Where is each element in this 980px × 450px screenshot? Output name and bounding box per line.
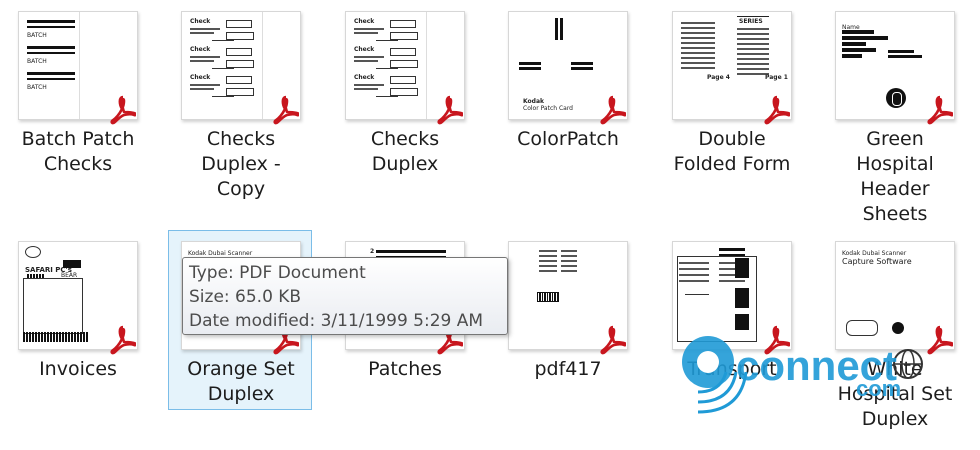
file-item-green-hospital-header-sheets[interactable]: Name Green Hospital Header Sheets [822, 0, 966, 230]
file-name-line: Checks [370, 128, 440, 150]
file-name-line: Patches [368, 358, 442, 380]
pdf-icon [110, 325, 137, 355]
thumbnail-text: Color Patch Card [523, 105, 573, 112]
file-item-invoices[interactable]: SAFARI PC's BEAR Invoices [5, 230, 149, 385]
file-name-line: Folded Form [673, 153, 791, 175]
file-item-batch-patch-checks[interactable]: BATCH BATCH BATCH Batch Patch Checks [5, 0, 149, 180]
file-name-line: Copy [216, 178, 266, 200]
thumbnail-text: Check [190, 46, 211, 53]
file-name-label: Batch Patch Checks [6, 127, 150, 177]
pdf-icon [764, 95, 791, 125]
thumbnail-text: Check [190, 74, 211, 81]
file-item-pdf417[interactable]: pdf417 [495, 230, 639, 385]
file-item-colorpatch[interactable]: Kodak Color Patch Card ColorPatch [495, 0, 639, 155]
tooltip-size: Size: 65.0 KB [189, 287, 302, 307]
thumbnail-text: Kodak Dubai Scanner [842, 250, 907, 257]
file-name-label: Checks Duplex [333, 127, 477, 177]
thumbnail-text: SERIES [739, 18, 763, 25]
file-item-transport[interactable]: Transport [659, 230, 803, 385]
tooltip-type: Type: PDF Document [189, 263, 366, 283]
file-name-label: Double Folded Form [660, 127, 804, 177]
pdf-icon [927, 95, 954, 125]
tooltip-date: Date modified: 3/11/1999 5:29 AM [189, 311, 484, 331]
file-name-line: Duplex - [201, 153, 281, 175]
pdf-icon [273, 95, 300, 125]
pdf-icon [600, 325, 627, 355]
file-name-line: Checks [43, 153, 113, 175]
file-name-line: Double [698, 128, 766, 150]
file-name-line: Transport [687, 358, 777, 380]
thumbnail-text: Page 1 [765, 74, 788, 81]
file-name-line: Hospital Set [837, 383, 953, 405]
file-name-label: Checks Duplex - Copy [169, 127, 313, 202]
file-name-line: Invoices [39, 358, 117, 380]
pdf-icon [600, 95, 627, 125]
thumbnail-text: Check [190, 18, 211, 25]
thumbnail-text: BEAR [61, 272, 78, 279]
file-name-line: Sheets [862, 203, 928, 225]
thumbnail-text: BATCH [27, 32, 47, 39]
file-name-line: Duplex [371, 153, 439, 175]
file-name-line: Header [860, 178, 930, 200]
thumbnail-text: Page 4 [707, 74, 730, 81]
thumbnail-text: Capture Software [842, 257, 912, 266]
file-item-checks-duplex[interactable]: Check Check Check Checks Duplex [332, 0, 476, 180]
file-name-line: Orange Set [187, 358, 295, 380]
file-name-label: pdf417 [496, 357, 640, 382]
thumbnail-text: Check [354, 74, 375, 81]
file-name-label: White Hospital Set Duplex [823, 357, 967, 432]
file-name-line: Hospital [856, 153, 934, 175]
file-name-line: Duplex [861, 408, 929, 430]
file-name-line: Checks [206, 128, 276, 150]
pdf-icon [110, 95, 137, 125]
file-item-white-hospital-set-duplex[interactable]: Kodak Dubai Scanner Capture Software White… [822, 230, 966, 435]
thumbnail-text: BATCH [27, 58, 47, 65]
pdf-icon [927, 325, 954, 355]
file-name-label: Patches [333, 357, 477, 382]
thumbnail-text: Check [354, 18, 375, 25]
file-name-label: ColorPatch [496, 127, 640, 152]
file-name-line: White [867, 358, 923, 380]
thumbnail-text: 2 [370, 248, 375, 255]
file-name-label: Orange Set Duplex [169, 357, 313, 407]
file-name-line: Batch Patch [21, 128, 135, 150]
thumbnail-text: Kodak [523, 98, 544, 105]
thumbnail-text: Check [354, 46, 375, 53]
thumbnail-text: BATCH [27, 84, 47, 91]
thumbnail-text: Kodak Dubai Scanner [188, 250, 253, 257]
file-name-line: pdf417 [534, 358, 602, 380]
file-item-double-folded-form[interactable]: SERIES Page 4 Page 1 Double Folded Form [659, 0, 803, 180]
file-item-checks-duplex-copy[interactable]: Check Check Check Checks Duplex - Copy [168, 0, 312, 205]
pdf-icon [764, 325, 791, 355]
file-name-label: Green Hospital Header Sheets [823, 127, 967, 227]
file-tooltip: Type: PDF Document Size: 65.0 KB Date mo… [182, 257, 508, 335]
file-name-label: Invoices [6, 357, 150, 382]
file-name-line: Green [866, 128, 924, 150]
file-name-line: Duplex [207, 383, 275, 405]
file-name-line: ColorPatch [517, 128, 619, 150]
pdf-icon [437, 95, 464, 125]
file-name-label: Transport [660, 357, 804, 382]
